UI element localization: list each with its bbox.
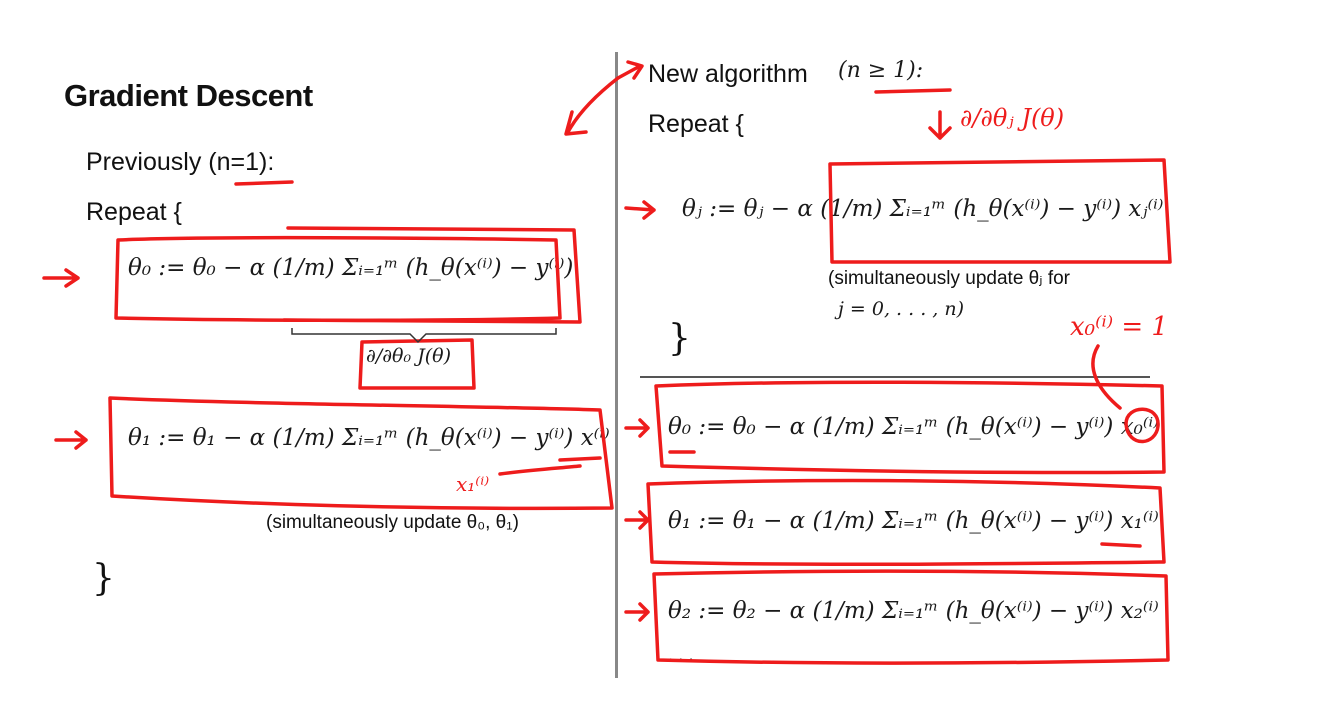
box-theta1-left bbox=[108, 396, 614, 511]
box-example-theta0 bbox=[654, 380, 1166, 475]
arrow-right-4 bbox=[624, 602, 650, 622]
curved-arrow bbox=[564, 76, 620, 136]
underline-x bbox=[498, 456, 602, 476]
box-example-theta1 bbox=[646, 478, 1166, 567]
arrow-left-1 bbox=[42, 268, 80, 288]
arrow-right-2 bbox=[624, 418, 650, 438]
underline-condition bbox=[874, 88, 952, 94]
box-sum-left bbox=[282, 226, 582, 324]
connector-x0 bbox=[1091, 344, 1122, 410]
box-thetaj bbox=[828, 158, 1172, 264]
arrow-right-1 bbox=[624, 200, 656, 220]
box-example-theta2 bbox=[652, 569, 1170, 665]
underline-n1 bbox=[234, 180, 294, 186]
circle-x0 bbox=[1124, 407, 1160, 444]
arrow-left-2 bbox=[54, 430, 88, 450]
arrow-down-partial bbox=[928, 110, 952, 140]
box-theta0-left bbox=[114, 235, 562, 323]
underline-x1-right bbox=[1100, 542, 1142, 548]
box-partial-derivative bbox=[358, 338, 476, 390]
arrow-right-3 bbox=[624, 510, 650, 530]
red-ink-annotations bbox=[42, 60, 1172, 665]
arrow-to-title bbox=[616, 60, 644, 80]
